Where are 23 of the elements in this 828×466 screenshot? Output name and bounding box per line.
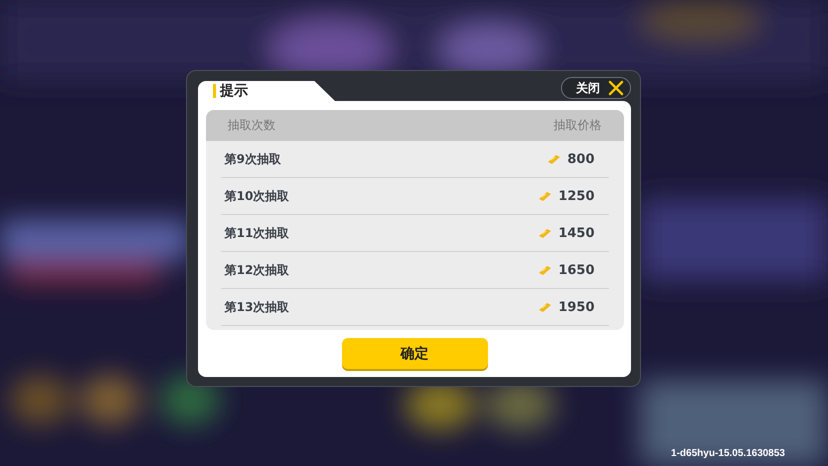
price-value: 1250 xyxy=(558,188,594,204)
ticket-icon xyxy=(547,154,562,164)
table-cell: 第11次抽取 xyxy=(224,224,290,242)
ticket-icon xyxy=(538,228,552,238)
build-info: 1-d65hyu-15.05.1630853 xyxy=(671,448,785,459)
title-marker xyxy=(213,84,216,98)
ticket-icon xyxy=(538,264,552,276)
dialog-title: 提示 xyxy=(220,82,248,100)
price-value: 800 xyxy=(567,152,594,166)
ticket-icon xyxy=(538,302,552,312)
close-button[interactable]: 关闭 xyxy=(561,77,631,99)
close-icon xyxy=(608,80,624,96)
column-header: 抽取价格 xyxy=(554,117,602,134)
ticket-icon xyxy=(538,190,552,202)
confirm-button[interactable]: 确定 xyxy=(342,338,488,369)
price-value: 1950 xyxy=(558,300,594,314)
table-cell: 第12次抽取 xyxy=(224,262,290,278)
table-cell: 第9次抽取 xyxy=(224,150,281,168)
column-header: 抽取次数 xyxy=(228,117,276,134)
price-value: 1650 xyxy=(558,262,594,278)
table-cell: 第13次抽取 xyxy=(224,298,290,316)
price-value: 1450 xyxy=(558,226,594,240)
table-cell: 第10次抽取 xyxy=(224,188,290,204)
